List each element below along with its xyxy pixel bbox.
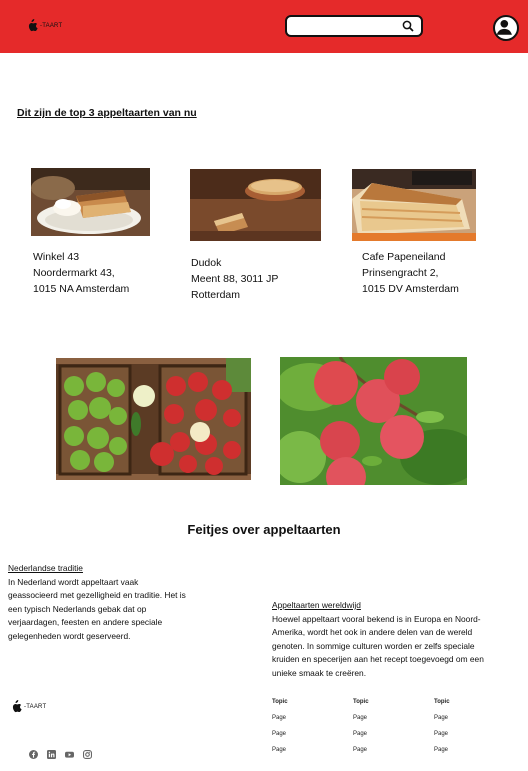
header-logo[interactable]: -TAART xyxy=(26,19,62,32)
shop-card-winkel43: Winkel 43 Noordermarkt 43, 1015 NA Amste… xyxy=(33,249,129,297)
profile-button[interactable] xyxy=(493,15,519,41)
footer-link[interactable]: Page xyxy=(353,747,369,763)
footer-column: Topic Page Page Page xyxy=(272,699,288,763)
shop-name: Winkel 43 xyxy=(33,251,80,263)
footer-link[interactable]: Page xyxy=(272,731,288,747)
fact-line: kruiden en specerijen aan het recept toe… xyxy=(272,654,484,664)
shop-address-line: Meent 88, 3011 JP xyxy=(191,273,279,285)
shop-name: Cafe Papeneiland xyxy=(362,251,446,263)
search-icon[interactable] xyxy=(402,20,414,32)
fact-line: geassocieerd met gezelligheid en traditi… xyxy=(8,590,186,600)
footer-topic: Topic xyxy=(272,699,288,705)
footer-link[interactable]: Page xyxy=(434,747,450,763)
footer-link[interactable]: Page xyxy=(434,715,450,731)
search-input[interactable] xyxy=(293,20,403,32)
shop-address-line: 1015 NA Amsterdam xyxy=(33,283,130,295)
shop-address-line: Prinsengracht 2, xyxy=(362,267,439,279)
shop-address-line: Rotterdam xyxy=(191,289,241,301)
fact-line: genoten. In sommige culturen worden er z… xyxy=(272,640,475,651)
footer-link[interactable]: Page xyxy=(272,715,288,731)
apple-icon xyxy=(28,19,38,32)
youtube-icon[interactable] xyxy=(65,746,74,758)
footer-link[interactable]: Page xyxy=(353,731,369,747)
fact-line: In Nederland wordt appeltaart vaak xyxy=(8,576,139,587)
footer-topic: Topic xyxy=(434,699,450,705)
footer-logo[interactable]: -TAART xyxy=(10,700,46,713)
shop-address-line: 1015 DV Amsterdam xyxy=(362,283,459,295)
search-bar[interactable] xyxy=(285,15,423,37)
apple-pie-photo-papeneiland xyxy=(352,169,476,241)
footer-link[interactable]: Page xyxy=(272,747,288,763)
social-links xyxy=(29,746,93,760)
fact-nederlandse-traditie: Nederlandse traditie In Nederland wordt … xyxy=(8,562,228,643)
facebook-icon[interactable] xyxy=(29,746,38,759)
footer-link[interactable]: Page xyxy=(434,731,450,747)
footer-link[interactable]: Page xyxy=(353,715,369,731)
fact-line: Hoewel appeltaart vooral bekend is in Eu… xyxy=(272,613,481,624)
page-title: Dit zijn de top 3 appeltaarten van nu xyxy=(17,107,197,119)
apple-crates-photo xyxy=(56,358,251,480)
apple-pie-photo-dudok xyxy=(190,169,321,241)
apple-icon xyxy=(12,700,22,713)
fact-heading: Nederlandse traditie xyxy=(8,563,83,573)
facts-title: Feitjes over appeltaarten xyxy=(187,522,341,537)
header-bar: -TAART xyxy=(0,0,528,53)
footer-column: Topic Page Page Page xyxy=(353,699,369,763)
user-icon xyxy=(496,19,512,35)
fact-line: Amerika, wordt het ook in andere delen v… xyxy=(272,627,473,637)
shop-card-dudok: Dudok Meent 88, 3011 JP Rotterdam xyxy=(191,255,278,303)
instagram-icon[interactable] xyxy=(83,746,93,760)
brand-name: -TAART xyxy=(40,22,63,29)
apple-tree-photo xyxy=(280,357,467,485)
fact-line: unieke smaak te creëren. xyxy=(272,667,367,678)
fact-line: gelegenheden wordt geserveerd. xyxy=(8,630,131,641)
footer-column: Topic Page Page Page xyxy=(434,699,450,763)
linkedin-icon[interactable] xyxy=(47,746,56,759)
fact-line: een typisch Nederlands gebak dat op xyxy=(8,603,147,614)
shop-name: Dudok xyxy=(191,257,222,269)
footer-topic: Topic xyxy=(353,699,369,705)
fact-appeltaarten-wereldwijd: Appeltaarten wereldwijd Hoewel appeltaar… xyxy=(272,599,522,680)
shop-address-line: Noordermarkt 43, xyxy=(33,267,115,279)
fact-line: verjaardagen, feesten en andere speciale xyxy=(8,617,163,627)
fact-heading: Appeltaarten wereldwijd xyxy=(272,600,361,610)
shop-card-papeneiland: Cafe Papeneiland Prinsengracht 2, 1015 D… xyxy=(362,249,459,297)
brand-name: -TAART xyxy=(24,703,47,710)
apple-pie-photo-winkel43 xyxy=(31,168,150,236)
